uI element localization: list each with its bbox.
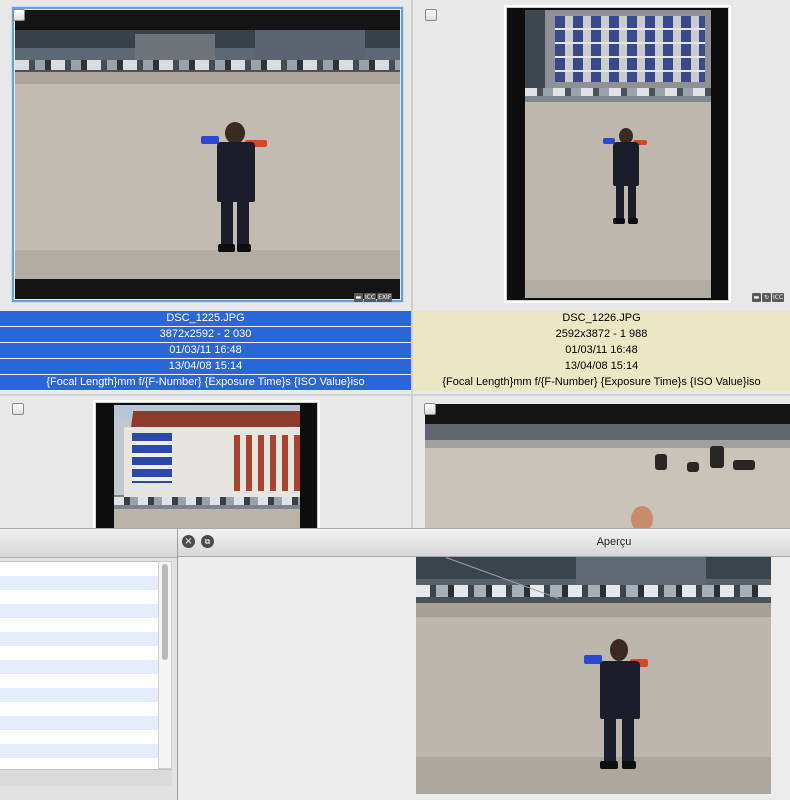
exif-badge: EXIF	[377, 293, 393, 302]
file-list[interactable]	[0, 561, 159, 771]
list-item[interactable]	[0, 562, 158, 576]
exif-summary-label: {Focal Length}mm f/{F-Number} {Exposure …	[413, 375, 790, 391]
select-checkbox[interactable]	[12, 403, 24, 415]
list-item[interactable]	[0, 688, 158, 702]
thumbnail-badges: ▬ ↻ ICC	[752, 293, 785, 302]
icc-badge: ICC	[772, 293, 785, 302]
modified-date-label: 01/03/11 16:48	[0, 343, 411, 359]
thumbnail-cell-dsc-1225[interactable]: ▬ ICC EXIF DSC_1225.JPG 3872x2592 - 2 03…	[0, 0, 411, 394]
thumbnail-cell-dsc-1226[interactable]: ▬ ↻ ICC DSC_1226.JPG 2592x3872 - 1 988 0…	[413, 0, 790, 394]
preview-image[interactable]	[416, 557, 771, 794]
child-figure	[201, 122, 271, 262]
select-checkbox[interactable]	[425, 9, 437, 21]
list-item[interactable]	[0, 646, 158, 660]
child-figure	[603, 128, 649, 232]
thumbnail-metadata[interactable]: DSC_1226.JPG 2592x3872 - 1 988 01/03/11 …	[413, 311, 790, 391]
thumbnail-badges: ▬ ICC EXIF	[354, 293, 393, 302]
select-checkbox[interactable]	[13, 9, 25, 21]
list-scrollbar[interactable]	[158, 561, 172, 769]
capture-date-label: 13/04/08 15:14	[413, 359, 790, 375]
dimensions-label: 3872x2592 - 2 030	[0, 327, 411, 343]
thumbnail-image[interactable]	[15, 10, 400, 299]
list-item[interactable]	[0, 674, 158, 688]
list-item[interactable]	[0, 716, 158, 730]
list-item[interactable]	[0, 604, 158, 618]
dimensions-label: 2592x3872 - 1 988	[413, 327, 790, 343]
list-item[interactable]	[0, 730, 158, 744]
preview-panel: × ⧉ Aperçu	[178, 528, 790, 800]
child-figure	[584, 639, 654, 775]
list-panel-header	[0, 529, 177, 558]
thumbnail-image[interactable]	[525, 10, 711, 298]
filename-label: DSC_1225.JPG	[0, 311, 411, 327]
rotate-icon: ↻	[762, 293, 771, 302]
thumbnail-grid: ▬ ICC EXIF DSC_1225.JPG 3872x2592 - 2 03…	[0, 0, 790, 528]
rating-icon: ▬	[354, 293, 363, 302]
thumbnail-cell[interactable]	[0, 396, 411, 528]
grid-divider	[0, 394, 790, 396]
thumbnail-cell[interactable]	[413, 396, 790, 528]
list-item[interactable]	[0, 660, 158, 674]
modified-date-label: 01/03/11 16:48	[413, 343, 790, 359]
capture-date-label: 13/04/08 15:14	[0, 359, 411, 375]
thumbnail-image[interactable]	[425, 404, 790, 528]
rating-icon: ▬	[752, 293, 761, 302]
list-item[interactable]	[0, 590, 158, 604]
icc-badge: ICC	[364, 293, 377, 302]
exif-summary-label: {Focal Length}mm f/{F-Number} {Exposure …	[0, 375, 411, 391]
preview-title: Aperçu	[596, 536, 632, 548]
list-item[interactable]	[0, 618, 158, 632]
thumbnail-metadata[interactable]: DSC_1225.JPG 3872x2592 - 2 030 01/03/11 …	[0, 311, 411, 391]
select-checkbox[interactable]	[424, 403, 436, 415]
grid-divider	[411, 0, 413, 528]
thumbnail-image[interactable]	[114, 405, 300, 528]
list-item[interactable]	[0, 744, 158, 758]
list-item[interactable]	[0, 576, 158, 590]
list-item[interactable]	[0, 632, 158, 646]
preview-titlebar: × ⧉ Aperçu	[178, 529, 790, 557]
list-item[interactable]	[0, 702, 158, 716]
list-panel-footer	[0, 769, 172, 786]
filename-label: DSC_1226.JPG	[413, 311, 790, 327]
list-panel	[0, 528, 177, 800]
scrollbar-thumb[interactable]	[162, 564, 168, 660]
